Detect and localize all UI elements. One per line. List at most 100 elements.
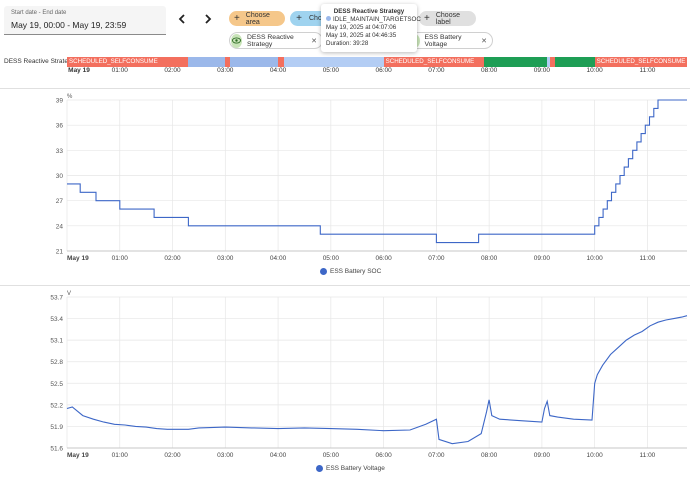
timeline-tick-label: 03:00 <box>217 67 234 74</box>
timeline-segment[interactable]: SCHEDULED_SELFCONSUME <box>67 57 189 67</box>
entity-chip-dess-strategy[interactable]: DESS Reactive Strategy ✕ <box>229 32 323 49</box>
next-period-button[interactable] <box>198 10 218 28</box>
x-tick-label: 06:00 <box>375 255 392 262</box>
y-tick-label: 24 <box>56 223 64 230</box>
y-tick-label: 51.9 <box>50 424 63 431</box>
x-tick-label: 01:00 <box>112 255 129 262</box>
eye-icon <box>231 33 242 48</box>
legend-color-dot <box>320 268 327 275</box>
legend-color-dot <box>316 465 323 472</box>
previous-period-button[interactable] <box>172 10 192 28</box>
timeline-entity-label: DESS Reactive Strategy <box>4 58 75 65</box>
timeline-segment[interactable] <box>483 57 548 67</box>
timeline-tick-label: 08:00 <box>480 67 498 74</box>
timeline-segment[interactable] <box>284 57 384 67</box>
y-tick-label: 52.8 <box>50 359 63 366</box>
x-tick-label: 02:00 <box>164 255 181 262</box>
date-range-value: May 19, 00:00 - May 19, 23:59 <box>11 20 127 30</box>
soc-legend-label: ESS Battery SOC <box>330 268 382 275</box>
timeline-segment[interactable]: SCHEDULED_SELFCONSUME <box>383 57 484 67</box>
tooltip-title: DESS Reactive Strategy <box>333 8 405 15</box>
x-tick-label: 10:00 <box>587 255 604 262</box>
x-tick-label: 07:00 <box>428 255 445 262</box>
x-tick-label: 02:00 <box>164 452 181 459</box>
x-tick-label: 03:00 <box>217 255 234 262</box>
timeline-tick-label: 01:00 <box>111 67 128 74</box>
soc-legend[interactable]: ESS Battery SOC <box>320 268 381 275</box>
y-tick-label: 30 <box>56 173 64 180</box>
y-unit-label: V <box>67 291 71 297</box>
x-tick-label: 07:00 <box>428 452 445 459</box>
y-unit-label: % <box>67 94 73 100</box>
y-tick-label: 53.7 <box>50 295 63 302</box>
choose-area-button[interactable]: + Choose area <box>229 11 285 26</box>
entity-chip-battery-voltage[interactable]: ESS Battery Voltage ✕ <box>406 32 493 49</box>
x-tick-label: 03:00 <box>217 452 234 459</box>
x-tick-label: 04:00 <box>270 452 287 459</box>
voltage-legend[interactable]: ESS Battery Voltage <box>316 465 385 472</box>
series-line[interactable] <box>67 99 687 244</box>
timeline-x-axis: May 19 01:00 02:00 03:00 04:00 05:00 06:00 07:0… <box>0 67 690 79</box>
tooltip-duration: Duration: 39:28 <box>326 40 369 47</box>
entity-chip-label: DESS Reactive Strategy <box>246 33 294 48</box>
timeline-tick-label: 06:00 <box>375 67 392 74</box>
remove-chip-icon[interactable]: ✕ <box>481 37 487 45</box>
x-tick-label: 04:00 <box>270 255 287 262</box>
battery-soc-chart[interactable]: 39 36 33 30 27 24 21% May 19 01:00 02:00 03:00 04:0… <box>0 92 690 262</box>
y-tick-label: 27 <box>56 198 64 205</box>
tooltip-start: May 19, 2025 at 04:07:06 <box>326 24 397 31</box>
plus-icon: + <box>424 13 430 24</box>
x-tick-label: May 19 <box>67 255 89 262</box>
y-tick-label: 53.4 <box>50 316 63 323</box>
timeline-segment[interactable] <box>555 57 595 67</box>
x-tick-label: 10:00 <box>587 452 604 459</box>
date-range-picker[interactable]: Start date - End date May 19, 00:00 - Ma… <box>4 6 166 35</box>
timeline-segment[interactable] <box>229 57 279 67</box>
x-tick-label: May 19 <box>67 452 89 459</box>
y-tick-label: 36 <box>56 123 64 130</box>
y-tick-label: 51.6 <box>50 446 63 453</box>
timeline-segment[interactable]: SCHEDULED_SELFCONSUME <box>594 57 687 67</box>
choose-area-label: Choose area <box>245 11 270 26</box>
y-tick-label: 52.2 <box>50 402 63 409</box>
x-tick-label: 11:00 <box>640 255 656 262</box>
choose-label-button[interactable]: + Choose label <box>419 11 476 26</box>
divider <box>0 88 690 89</box>
voltage-legend-label: ESS Battery Voltage <box>326 465 385 472</box>
timeline-bar[interactable]: SCHEDULED_SELFCONSUME SCHEDULED_SELFCONSU… <box>67 57 687 67</box>
chevron-right-icon <box>205 14 212 24</box>
x-tick-label: 08:00 <box>481 452 498 459</box>
x-tick-label: 09:00 <box>534 452 551 459</box>
choose-label-label: Choose label <box>435 11 460 26</box>
divider <box>0 285 690 286</box>
chevron-left-icon <box>178 14 185 24</box>
x-tick-label: 05:00 <box>323 452 340 459</box>
timeline-tick-label: 09:00 <box>533 67 551 74</box>
x-tick-label: 11:00 <box>640 452 656 459</box>
timeline-tick-label: 11:00 <box>639 67 656 74</box>
date-range-label: Start date - End date <box>11 10 67 16</box>
y-tick-label: 21 <box>56 249 64 256</box>
plus-icon: + <box>233 13 240 24</box>
timeline-tick-label: 04:00 <box>269 67 287 74</box>
timeline-tick-label: May 19 <box>68 67 90 74</box>
timeline-tick-label: 02:00 <box>164 67 181 74</box>
tooltip-end: May 19, 2025 at 04:46:35 <box>326 32 397 39</box>
x-tick-label: 09:00 <box>534 255 551 262</box>
timeline-segment[interactable] <box>188 57 226 67</box>
series-line[interactable] <box>66 315 688 445</box>
timeline-tick-label: 05:00 <box>322 67 339 74</box>
entity-chip-label: ESS Battery Voltage <box>424 33 462 48</box>
tooltip-state: IDLE_MAINTAIN_TARGETSOC <box>333 16 421 23</box>
x-tick-label: 06:00 <box>375 452 392 459</box>
y-tick-label: 52.5 <box>50 381 63 388</box>
remove-chip-icon[interactable]: ✕ <box>311 37 317 45</box>
y-tick-label: 53.1 <box>50 338 63 345</box>
x-tick-label: 05:00 <box>323 255 340 262</box>
x-tick-label: 08:00 <box>481 255 498 262</box>
state-color-dot <box>326 16 331 21</box>
battery-voltage-chart[interactable]: 53.7 53.4 53.1 52.8 52.5 52.2 51.9 51.6 V May 19 0… <box>0 289 690 459</box>
timeline-tick-label: 07:00 <box>428 67 445 74</box>
timeline-tick-label: 10:00 <box>586 67 603 74</box>
plus-icon: + <box>296 13 302 24</box>
